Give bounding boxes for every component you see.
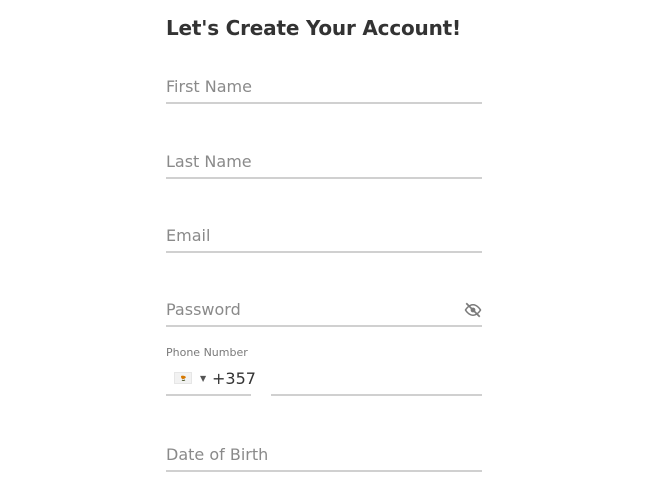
first-name-input[interactable]: [166, 77, 482, 96]
chevron-down-icon[interactable]: ▼: [200, 374, 206, 383]
eye-off-icon[interactable]: [464, 301, 482, 319]
country-dial-code: +357: [212, 369, 256, 388]
page-title: Let's Create Your Account!: [166, 16, 461, 40]
phone-number-field[interactable]: [271, 364, 482, 396]
first-name-field[interactable]: [166, 72, 482, 104]
phone-number-input[interactable]: [271, 369, 482, 388]
date-of-birth-field[interactable]: [166, 440, 482, 472]
email-input[interactable]: [166, 226, 482, 245]
password-field[interactable]: [166, 295, 482, 327]
date-of-birth-input[interactable]: [166, 445, 482, 464]
email-field[interactable]: [166, 221, 482, 253]
last-name-field[interactable]: [166, 147, 482, 179]
country-code-selector[interactable]: ▼ +357: [166, 364, 256, 396]
password-input[interactable]: [166, 300, 482, 319]
last-name-input[interactable]: [166, 152, 482, 171]
cyprus-flag-icon: [174, 372, 192, 384]
phone-number-label: Phone Number: [166, 346, 248, 359]
